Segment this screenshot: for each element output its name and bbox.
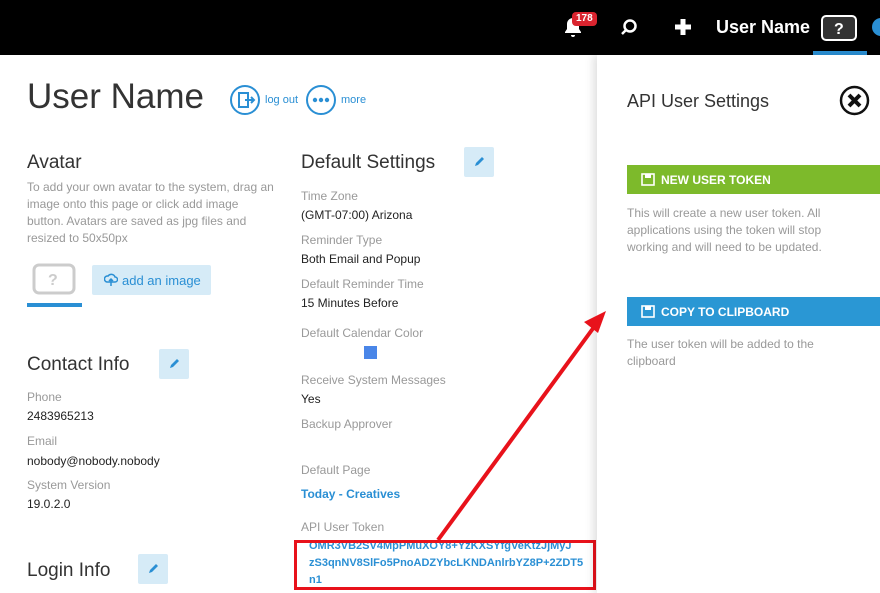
- panel-title: API User Settings: [627, 91, 770, 111]
- help-button[interactable]: ?: [821, 15, 857, 41]
- api-token-line-3[interactable]: n1: [309, 574, 322, 586]
- more-dots-icon: [312, 97, 330, 103]
- add-image-button[interactable]: add an image: [92, 265, 211, 295]
- pencil-icon: [170, 359, 179, 368]
- default-page-value[interactable]: Today - Creatives: [301, 487, 400, 501]
- svg-text:?: ?: [834, 21, 844, 36]
- page-title: User Name: [27, 77, 204, 116]
- api-token-line-2[interactable]: zS3qnNV8SlFo5PnoADZYbcLKNDAnlrbYZ8P+2ZDT…: [309, 557, 583, 569]
- logout-button[interactable]: [230, 85, 260, 115]
- copy-help: The user token will be added to the clip…: [627, 337, 814, 368]
- system-msgs-value: Yes: [301, 392, 321, 406]
- calendar-color-label: Default Calendar Color: [301, 326, 424, 340]
- avatar-placeholder-icon: ?: [32, 263, 76, 295]
- cloud-upload-icon: [104, 273, 118, 286]
- question-icon: ?: [834, 21, 844, 36]
- login-heading: Login Info: [27, 560, 111, 581]
- add-image-label: add an image: [122, 273, 201, 288]
- pencil-icon: [475, 157, 484, 166]
- api-token-label: API User Token: [301, 520, 385, 534]
- save-icon: [641, 305, 655, 318]
- more-link[interactable]: more: [341, 94, 366, 106]
- defaults-heading: Default Settings: [301, 152, 436, 173]
- avatar-heading: Avatar: [27, 152, 82, 173]
- search-icon[interactable]: [619, 17, 639, 37]
- pencil-icon: [149, 564, 158, 573]
- timezone-value: (GMT-07:00) Arizona: [301, 208, 413, 222]
- close-icon[interactable]: [839, 85, 870, 116]
- copy-to-clipboard-label: COPY TO CLIPBOARD: [661, 305, 790, 319]
- logout-icon: [238, 92, 256, 108]
- reminder-type-value: Both Email and Popup: [301, 252, 421, 266]
- reminder-type-label: Reminder Type: [301, 233, 383, 247]
- copy-to-clipboard-button[interactable]: COPY TO CLIPBOARD: [627, 297, 880, 326]
- edit-defaults-button[interactable]: [464, 147, 494, 177]
- edit-login-button[interactable]: [138, 554, 168, 584]
- edit-contact-button[interactable]: [159, 349, 189, 379]
- timezone-label: Time Zone: [301, 189, 358, 203]
- reminder-time-value: 15 Minutes Before: [301, 296, 399, 310]
- email-label: Email: [27, 434, 58, 448]
- logout-link[interactable]: log out: [265, 94, 298, 106]
- phone-label: Phone: [27, 390, 62, 404]
- backup-approver-label: Backup Approver: [301, 417, 393, 431]
- version-value: 19.0.2.0: [27, 497, 71, 511]
- calendar-color-swatch: [364, 346, 377, 359]
- new-user-token-label: NEW USER TOKEN: [661, 173, 771, 187]
- contact-heading: Contact Info: [27, 354, 130, 375]
- plus-icon[interactable]: [674, 18, 692, 36]
- new-user-token-button[interactable]: NEW USER TOKEN: [627, 165, 880, 194]
- top-username[interactable]: User Name: [716, 17, 810, 38]
- version-label: System Version: [27, 478, 111, 492]
- api-token-line-1[interactable]: OMR3VB2SV4MpPMuXOY8+YzKXSYfgVeKtzJjMyJ: [309, 543, 572, 552]
- default-page-label: Default Page: [301, 463, 371, 477]
- new-token-help: This will create a new user token. All a…: [627, 206, 822, 254]
- system-msgs-label: Receive System Messages: [301, 373, 446, 387]
- api-token-highlight: OMR3VB2SV4MpPMuXOY8+YzKXSYfgVeKtzJjMyJ z…: [294, 540, 596, 590]
- email-value: nobody@nobody.nobody: [27, 454, 160, 468]
- phone-value: 2483965213: [27, 409, 94, 423]
- avatar-underline: [27, 303, 82, 307]
- reminder-time-label: Default Reminder Time: [301, 277, 424, 291]
- notification-badge[interactable]: 178: [572, 12, 597, 26]
- avatar-help: To add your own avatar to the system, dr…: [27, 180, 274, 245]
- save-icon: [641, 173, 655, 186]
- svg-text:?: ?: [48, 272, 58, 289]
- more-button[interactable]: [306, 85, 336, 115]
